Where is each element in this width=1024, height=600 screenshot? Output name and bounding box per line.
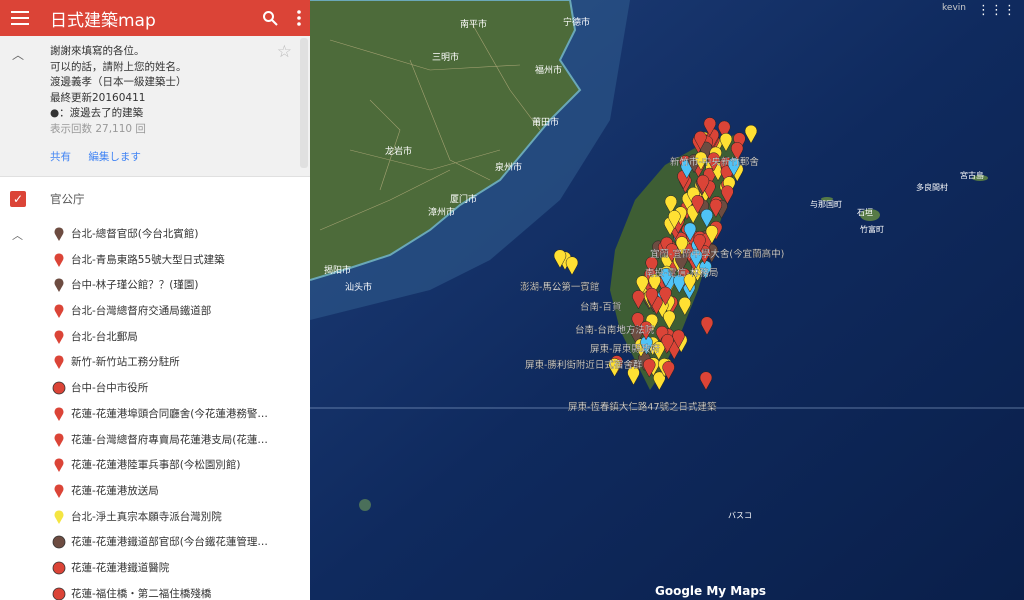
city-label: 宁德市 (563, 16, 590, 28)
list-item-label: 台中-台中市役所 (71, 382, 149, 395)
list-item[interactable]: 台中-林子瑾公館？？(瑾園) (0, 272, 310, 298)
list-item-label: 台中-林子瑾公館？？(瑾園) (71, 279, 199, 292)
scrollbar[interactable] (300, 38, 308, 168)
city-label: 南平市 (460, 18, 487, 30)
list-item[interactable]: 台北-台灣總督府交通局鐵道部 (0, 298, 310, 324)
layer-header: ✓ 官公庁 (0, 177, 310, 221)
island-label: 多良間村 (916, 182, 948, 192)
search-icon[interactable] (262, 10, 278, 26)
pin-label: 澎湖-馬公第一賓館 (520, 281, 599, 293)
share-link[interactable]: 共有 (50, 151, 71, 163)
city-label: 汕头市 (345, 281, 372, 293)
view-count: 表示回数 27,110 回 (50, 122, 146, 135)
list-item-label: 花蓮-花蓮港陸軍兵事部(今松園別館) (71, 459, 241, 472)
map-pin-icon (54, 253, 64, 267)
list-item-label: 花蓮-福住橋・第二福住橋殘橋 (71, 587, 212, 600)
island-label: 宮古島 (960, 170, 984, 180)
list-item[interactable]: 花蓮-花蓮港鐵道部官邸(今台鐵花蓮管理… (0, 529, 310, 555)
pin-label: 新竹市-中央新竹郵舍 (670, 156, 759, 168)
map-pin-icon (54, 227, 64, 241)
city-label: 福州市 (535, 64, 562, 76)
map-title[interactable]: 日式建築map (50, 6, 156, 31)
city-label: 龙岩市 (385, 145, 412, 157)
list-item-label: 台北-總督官邸(今台北賓館) (71, 228, 199, 240)
map-pin-icon (54, 278, 64, 293)
list-item[interactable]: 新竹-新竹站工務分駐所 (0, 349, 310, 375)
map-description: 謝謝來填寫的各位。 可以的話，請附上您的姓名。 渡邊義孝（日本一級建築士） 最終… (50, 45, 187, 135)
list-item-label: 台北-青島東路55號大型日式建築 (71, 253, 225, 266)
circle-marker-icon (52, 535, 66, 549)
city-label: 莆田市 (532, 116, 559, 128)
list-item[interactable]: 花蓮-花蓮港鐵道醫院 (0, 555, 310, 581)
list-item-label: 台北-台北郵局 (71, 330, 138, 343)
edit-link[interactable]: 編集します (88, 151, 141, 163)
menu-button[interactable] (0, 0, 40, 36)
small-island (359, 499, 371, 511)
more-vert-icon[interactable] (296, 10, 302, 26)
list-item[interactable]: 花蓮-台灣總督府專賣局花蓮港支局(花蓮… (0, 427, 310, 453)
pin-label: 台南-台南地方法院 (575, 324, 655, 336)
list-item[interactable]: 花蓮-花蓮港埠頭合同廳舍(今花蓮港務警… (0, 401, 310, 427)
island-label: 与那国町 (810, 200, 842, 209)
map-info-section: ︿ 謝謝來填寫的各位。 可以的話，請附上您的姓名。 渡邊義孝（日本一級建築士） … (0, 36, 310, 177)
island-label: 竹富町 (860, 224, 884, 234)
app-bar: 日式建築map (0, 0, 310, 36)
island-label: 石垣 (857, 207, 873, 217)
pin-label: 台南-百貨 (580, 301, 621, 313)
pin-label: 屏東-恆春鎮大仁路47號之日式建築 (568, 401, 717, 413)
list-item[interactable]: 台北-淨土真宗本願寺派台灣別院 (0, 504, 310, 530)
list-item-label: 花蓮-台灣總督府專賣局花蓮港支局(花蓮… (71, 433, 268, 446)
user-name: kevin (942, 3, 966, 13)
list-item[interactable]: 花蓮-花蓮港放送局 (0, 478, 310, 504)
list-item-label: 花蓮-花蓮港鐵道醫院 (71, 561, 170, 574)
collapse-chevron-icon[interactable]: ︿ (12, 227, 23, 243)
pin-label: 屏東-勝利街附近日式宿舍群 (525, 359, 643, 371)
pin-label: 宜蘭-宜蘭中學大舍(今宜蘭高中) (650, 248, 784, 260)
list-item-label: 花蓮-花蓮港埠頭合同廳舍(今花蓮港務警… (71, 407, 268, 420)
pin-label: 南投-電信-林務局 (645, 267, 718, 279)
map-pin-icon (54, 484, 64, 498)
island-label: バスコ (728, 511, 752, 520)
city-label: 泉州市 (495, 161, 522, 173)
list-item[interactable]: 台北-台北郵局 (0, 324, 310, 350)
side-panel: 日式建築map ︿ 謝謝來填寫的各位。 可以的話，請附上您的姓名。 渡邊義孝（日… (0, 0, 310, 600)
collapse-chevron-icon[interactable]: ︿ (12, 46, 24, 63)
star-icon[interactable]: ☆ (277, 42, 292, 62)
map-pin-icon (54, 432, 64, 447)
list-item-label: 台北-台灣總督府交通局鐵道部 (71, 305, 212, 318)
city-label: 揭阳市 (324, 264, 351, 276)
list-item-label: 花蓮-花蓮港放送局 (71, 484, 159, 497)
list-item-label: 新竹-新竹站工務分駐所 (71, 356, 180, 369)
menu-icon (11, 11, 29, 25)
city-label: 漳州市 (428, 206, 455, 218)
city-label: 厦门市 (450, 193, 477, 205)
circle-marker-icon (52, 561, 66, 575)
circle-marker-icon (52, 587, 66, 600)
list-item-label: 台北-淨土真宗本願寺派台灣別院 (71, 510, 222, 523)
circle-marker-icon (52, 381, 66, 395)
apps-grid-icon[interactable]: ⋮⋮⋮ (977, 3, 1016, 18)
layer-checkbox[interactable]: ✓ (10, 191, 26, 207)
layer-name: 官公庁 (50, 192, 85, 206)
map-pin-icon (54, 458, 64, 473)
google-my-maps-logo: Google My Maps (655, 584, 767, 598)
list-item[interactable]: 花蓮-花蓮港陸軍兵事部(今松園別館) (0, 452, 310, 478)
list-item[interactable]: 花蓮-福住橋・第二福住橋殘橋 (0, 581, 310, 600)
map-pin-icon (54, 304, 64, 319)
list-item[interactable]: ︿ 台北-總督官邸(今台北賓館) (0, 221, 310, 247)
list-item[interactable]: 台北-青島東路55號大型日式建築 (0, 247, 310, 273)
map-pin-icon (54, 407, 64, 421)
map-canvas[interactable]: 南平市 宁德市三明市福州市莆田市龙岩市泉州市厦门市 漳州市揭阳市汕头市 宮古島多良間… (310, 0, 1024, 600)
map-pin-icon (54, 510, 64, 524)
city-label: 三明市 (432, 51, 459, 63)
list-item-label: 花蓮-花蓮港鐵道部官邸(今台鐵花蓮管理… (71, 536, 268, 549)
pin-label: 屏東-屏東縣政府 (590, 343, 660, 355)
map-pin-icon (54, 330, 64, 344)
list-item[interactable]: 台中-台中市役所 (0, 375, 310, 401)
map-pin-icon (54, 355, 64, 370)
feature-list: ︿ 台北-總督官邸(今台北賓館) 台北-青島東路55號大型日式建築 台中-林子瑾公館？… (0, 221, 310, 600)
